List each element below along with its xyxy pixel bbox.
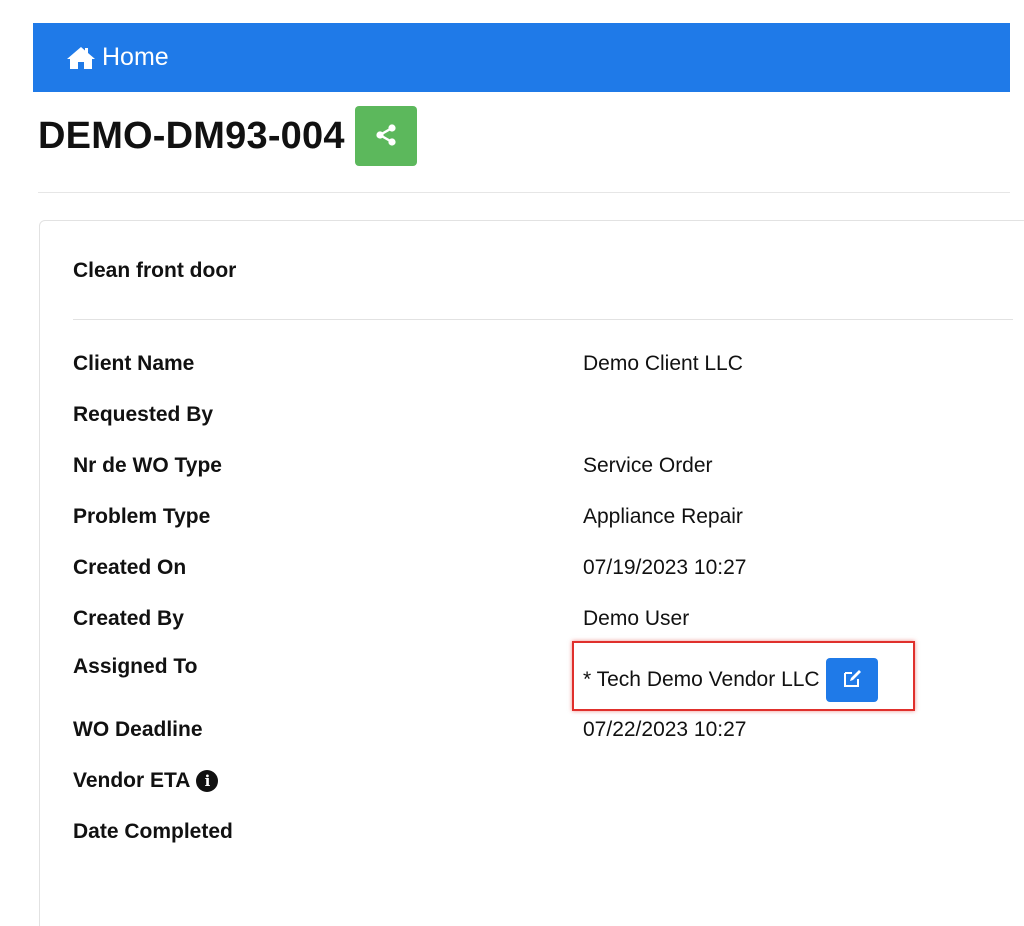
field-row-date-completed: Date Completed: [73, 817, 1013, 847]
field-row-problem-type: Problem Type Appliance Repair: [73, 502, 1013, 532]
field-label: Created By: [73, 607, 184, 630]
field-row-client-name: Client Name Demo Client LLC: [73, 349, 1013, 379]
field-label: Client Name: [73, 352, 195, 375]
home-label: Home: [102, 43, 169, 71]
field-label: Nr de WO Type: [73, 454, 222, 477]
field-value: Demo User: [583, 607, 690, 630]
field-label-vendor-eta: Vendor ETA i: [73, 769, 583, 793]
home-link[interactable]: Home: [66, 43, 169, 72]
edit-assignment-button[interactable]: [825, 658, 878, 702]
work-order-card: Clean front door Client Name Demo Client…: [39, 220, 1024, 926]
field-label: WO Deadline: [73, 718, 203, 741]
title-divider: [38, 192, 1010, 193]
field-value: Service Order: [583, 454, 713, 477]
field-label: Requested By: [73, 403, 214, 426]
field-row-created-on: Created On 07/19/2023 10:27: [73, 553, 1013, 583]
share-icon: [374, 123, 398, 150]
field-value: 07/19/2023 10:27: [583, 556, 747, 579]
field-row-vendor-eta: Vendor ETA i: [73, 766, 1013, 796]
field-label: Assigned To: [73, 655, 198, 678]
field-label: Date Completed: [73, 820, 233, 843]
field-label-text: Vendor ETA: [73, 769, 191, 792]
title-row: DEMO-DM93-004: [38, 106, 417, 166]
edit-icon: [841, 668, 863, 693]
page-title: DEMO-DM93-004: [38, 114, 345, 157]
field-row-assigned-to: Assigned To * Tech Demo Vendor LLC: [73, 655, 1013, 702]
share-button[interactable]: [354, 106, 417, 166]
field-value: Appliance Repair: [583, 505, 743, 528]
assigned-vendor-name: * Tech Demo Vendor LLC: [583, 668, 820, 691]
field-label: Problem Type: [73, 505, 211, 528]
field-value: Demo Client LLC: [583, 352, 743, 375]
home-icon: [66, 45, 96, 71]
field-row-created-by: Created By Demo User: [73, 604, 1013, 634]
field-value: 07/22/2023 10:27: [583, 718, 747, 741]
assigned-to-value: * Tech Demo Vendor LLC: [583, 658, 878, 702]
top-navbar: Home: [33, 23, 1010, 92]
field-row-requested-by: Requested By: [73, 400, 1013, 430]
card-heading: Clean front door: [73, 259, 237, 282]
field-label: Created On: [73, 556, 187, 579]
field-row-wo-deadline: WO Deadline 07/22/2023 10:27: [73, 715, 1013, 745]
card-divider: [73, 319, 1013, 320]
info-icon[interactable]: i: [196, 770, 219, 792]
work-order-page: Home DEMO-DM93-004 Clean front door Clie…: [0, 0, 1024, 926]
field-row-wo-type: Nr de WO Type Service Order: [73, 451, 1013, 481]
